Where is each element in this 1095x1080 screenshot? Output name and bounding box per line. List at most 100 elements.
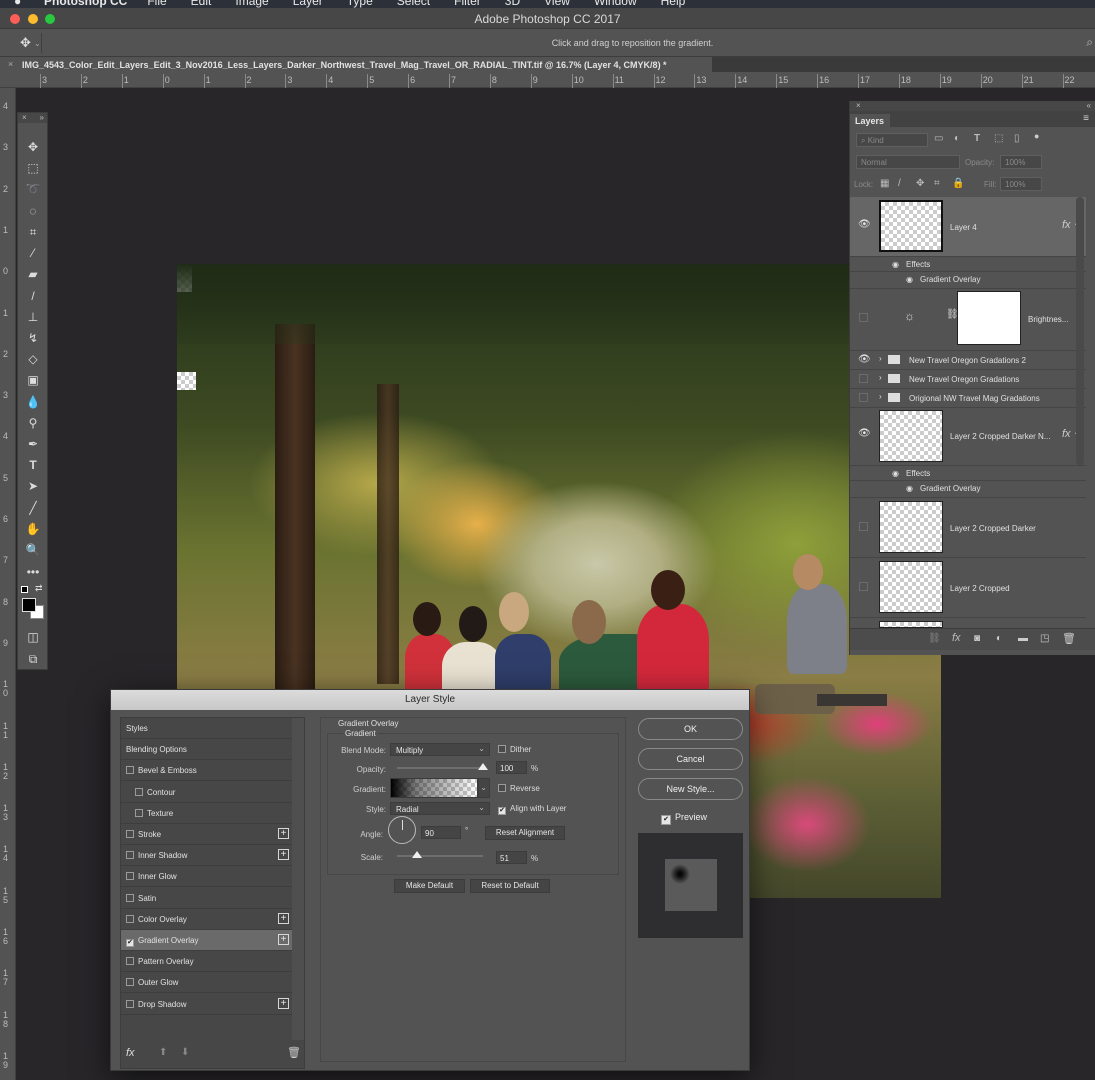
fx-icon[interactable]: fx xyxy=(1062,428,1071,440)
cancel-button[interactable]: Cancel xyxy=(638,748,743,770)
style-checkbox[interactable] xyxy=(135,808,143,817)
style-item-bevel-emboss[interactable]: Bevel & Emboss xyxy=(121,760,293,782)
reverse-checkbox[interactable]: Reverse xyxy=(498,784,540,793)
angle-field[interactable]: 90 xyxy=(421,826,461,839)
ok-button[interactable]: OK xyxy=(638,718,743,740)
style-dropdown[interactable]: Radial ⌄ xyxy=(390,802,490,815)
visibility-toggle[interactable] xyxy=(859,522,868,531)
add-instance-icon[interactable]: + xyxy=(278,849,289,861)
search-icon[interactable]: ⌕ xyxy=(1086,35,1093,50)
style-checkbox[interactable] xyxy=(126,872,134,881)
style-checkbox[interactable] xyxy=(126,830,134,838)
style-item-contour[interactable]: Contour xyxy=(121,782,293,803)
style-checkbox[interactable] xyxy=(126,914,134,923)
link-layers-icon[interactable]: ⛓ xyxy=(928,633,941,644)
panel-header[interactable]: × « xyxy=(850,101,1095,111)
gradient-dropdown[interactable]: ⌄ xyxy=(478,778,490,798)
opacity-slider-thumb[interactable] xyxy=(478,763,488,770)
reset-alignment-button[interactable]: Reset Alignment xyxy=(485,826,565,840)
filter-smart-object-icon[interactable]: ▯ xyxy=(1014,133,1020,144)
style-checkbox[interactable] xyxy=(126,999,134,1008)
style-checkbox[interactable] xyxy=(126,978,134,987)
style-item-inner-shadow[interactable]: Inner Shadow + xyxy=(121,845,293,867)
close-tab-icon[interactable]: × xyxy=(8,59,13,69)
style-item-texture[interactable]: Texture xyxy=(121,803,293,824)
scale-field[interactable]: 51 xyxy=(496,851,527,864)
layer-row[interactable]: Layer 2 Cropped xyxy=(850,558,1086,618)
swap-colors-icon[interactable]: ⇄ xyxy=(35,583,43,594)
horizontal-ruler[interactable]: 3 2 1 0 1 2 3 4 5 6 7 8 9 10 11 12 13 14 15 16 17 18 19 20 21 22 xyxy=(0,72,1095,88)
filter-toggle-icon[interactable]: ● xyxy=(1034,131,1039,141)
blur-tool-icon[interactable]: 💧 xyxy=(24,394,42,410)
document-tab[interactable]: × IMG_4543_Color_Edit_Layers_Edit_3_Nov2… xyxy=(0,57,712,72)
gradient-tool-icon[interactable]: ▣ xyxy=(24,372,42,388)
filter-shape-icon[interactable]: ⬚ xyxy=(994,133,1003,144)
add-style-icon[interactable]: fx xyxy=(952,632,961,644)
new-group-icon[interactable]: ▬ xyxy=(1018,633,1028,644)
visibility-toggle[interactable] xyxy=(859,393,868,402)
menu-filter[interactable]: Filter xyxy=(454,0,481,8)
layer-row[interactable]: Layer 2 Cropped Darker xyxy=(850,498,1086,558)
layer-effects-row[interactable]: ◉ Effects xyxy=(850,466,1086,481)
effect-eye-icon[interactable]: ◉ xyxy=(906,484,913,493)
quick-mask-icon[interactable]: ◫ xyxy=(24,629,42,645)
foreground-color-swatch[interactable] xyxy=(22,598,36,612)
layer-group-row[interactable]: 👁 › New Travel Oregon Gradations 2 xyxy=(850,351,1086,370)
layer-row[interactable]: ☼ ⛓ Brightnes... xyxy=(850,289,1086,351)
type-tool-icon[interactable]: T xyxy=(24,457,42,473)
layer-effects-row[interactable]: ◉ Effects xyxy=(850,257,1086,272)
menu-file[interactable]: File xyxy=(147,0,166,8)
rectangular-marquee-tool-icon[interactable]: ⬚ xyxy=(24,160,42,176)
menu-layer[interactable]: Layer xyxy=(293,0,323,8)
blend-mode-dropdown[interactable]: Normal xyxy=(856,155,960,169)
lock-all-icon[interactable]: 🔒 xyxy=(952,178,964,189)
brush-tool-icon[interactable]: / xyxy=(24,288,42,304)
style-checkbox[interactable] xyxy=(126,957,134,966)
style-checkbox[interactable] xyxy=(126,893,134,902)
dodge-tool-icon[interactable]: ⚲ xyxy=(24,415,42,431)
eye-icon[interactable]: 👁 xyxy=(858,354,871,365)
expand-group-icon[interactable]: › xyxy=(879,373,882,382)
style-item-drop-shadow[interactable]: Drop Shadow + xyxy=(121,994,293,1015)
add-instance-icon[interactable]: + xyxy=(278,828,289,839)
filter-pixel-icon[interactable]: ▭ xyxy=(934,133,943,144)
visibility-toggle[interactable] xyxy=(859,582,868,591)
style-checkbox[interactable] xyxy=(126,851,134,860)
effects-eye-icon[interactable]: ◉ xyxy=(892,260,899,269)
style-item-satin[interactable]: Satin xyxy=(121,888,293,909)
layer-row[interactable]: 👁 Layer 4 fx ^ xyxy=(850,197,1086,257)
layer-group-row[interactable]: › New Travel Oregon Gradations xyxy=(850,370,1086,389)
scrollbar[interactable] xyxy=(1076,197,1084,465)
effects-eye-icon[interactable]: ◉ xyxy=(892,469,899,478)
dither-checkbox[interactable]: Dither xyxy=(498,745,531,754)
scale-slider[interactable] xyxy=(397,855,483,857)
delete-effect-icon[interactable]: 🗑 xyxy=(287,1046,301,1059)
vertical-ruler[interactable]: 4 3 2 1 0 1 2 3 4 5 6 7 8 9 10 11 12 13 14 15 16 17 18 19 xyxy=(0,88,16,1080)
fx-menu-icon[interactable]: fx xyxy=(126,1047,135,1059)
layer-effect-row[interactable]: ◉ Gradient Overlay xyxy=(850,481,1086,498)
history-brush-tool-icon[interactable]: ↯ xyxy=(24,330,42,346)
eyedropper-tool-icon[interactable]: ⁄ xyxy=(24,245,42,261)
crop-tool-icon[interactable]: ⌗ xyxy=(24,224,42,240)
layer-effect-row[interactable]: ◉ Gradient Overlay xyxy=(850,272,1086,289)
menu-app[interactable]: Photoshop CC xyxy=(44,0,127,8)
menu-select[interactable]: Select xyxy=(397,0,430,8)
opacity-field[interactable]: 100% xyxy=(1000,155,1042,169)
move-tool-icon[interactable]: ✥ xyxy=(24,139,42,155)
layer-row[interactable]: 👁 Layer 2 Cropped Darker N... fx ^ xyxy=(850,408,1086,466)
zoom-tool-icon[interactable]: 🔍 xyxy=(24,542,42,558)
more-tools-icon[interactable]: ••• xyxy=(24,564,42,580)
menu-3d[interactable]: 3D xyxy=(505,0,520,8)
filter-adjustment-icon[interactable]: ◐ xyxy=(954,133,960,144)
delete-layer-icon[interactable]: 🗑 xyxy=(1062,632,1076,645)
style-item-styles[interactable]: Styles xyxy=(121,718,293,739)
visibility-toggle[interactable] xyxy=(859,374,868,383)
menu-type[interactable]: Type xyxy=(347,0,373,8)
default-colors-icon[interactable] xyxy=(21,586,28,593)
menu-edit[interactable]: Edit xyxy=(191,0,212,8)
scale-slider-thumb[interactable] xyxy=(411,851,422,858)
layer-group-row[interactable]: › Origional NW Travel Mag Gradations xyxy=(850,389,1086,408)
new-adjustment-icon[interactable]: ◐ xyxy=(996,633,1002,644)
path-selection-tool-icon[interactable]: ➤ xyxy=(24,478,42,494)
fill-field[interactable]: 100% xyxy=(1000,177,1042,191)
